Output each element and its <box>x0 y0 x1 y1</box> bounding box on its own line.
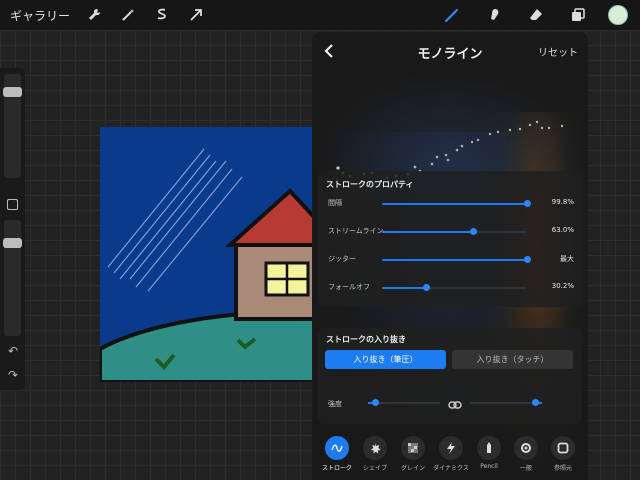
left-sidebar: ↶ ↷ <box>0 68 25 390</box>
opacity-slider[interactable] <box>3 220 22 336</box>
stroke-property-slider[interactable] <box>382 284 527 291</box>
opacity-thumb[interactable] <box>3 238 22 249</box>
grain-icon <box>401 436 425 460</box>
general-icon <box>514 436 538 460</box>
stroke-property-value: 99.8% <box>551 198 574 206</box>
pressure-taper-button[interactable]: 入り抜き（筆圧） <box>325 350 446 369</box>
undo-icon[interactable]: ↶ <box>5 344 21 358</box>
tab-label: シェイプ <box>362 465 387 472</box>
selection-icon[interactable] <box>150 3 174 27</box>
smudge-icon[interactable] <box>482 3 506 27</box>
stroke-path-icon <box>325 436 349 460</box>
redo-icon[interactable]: ↷ <box>5 368 21 382</box>
reset-button[interactable]: リセット <box>538 44 578 59</box>
pencil-icon <box>477 436 501 460</box>
stroke-properties-section: ストロークのプロパティ 間隔 99.8% ストリームライン 63.0% ジッター 最大フォ… <box>318 171 582 307</box>
strength-start-slider[interactable] <box>368 399 440 406</box>
eraser-icon[interactable] <box>524 3 548 27</box>
magic-wand-icon[interactable] <box>116 3 140 27</box>
source-icon <box>551 436 575 460</box>
transform-arrow-icon[interactable] <box>184 3 208 27</box>
stroke-property-label: フォールオフ <box>328 283 370 291</box>
tab-grain[interactable]: グレイン <box>394 436 432 472</box>
stroke-property-slider[interactable] <box>382 200 531 207</box>
brush-size-thumb[interactable] <box>3 87 22 98</box>
tab-label: グレイン <box>400 465 425 472</box>
tab-label: Pencil <box>480 463 498 470</box>
tab-label: 一般 <box>519 465 532 472</box>
tab-stroke-path[interactable]: ストローク <box>318 436 356 472</box>
stroke-property-label: 間隔 <box>328 199 342 207</box>
section-title-stroke-properties: ストロークのプロパティ <box>326 180 414 189</box>
brush-category-tabs: ストローク シェイプ グレイン ダイナミクス Pencil 一般 参照元 <box>312 432 588 480</box>
stroke-taper-section: ストロークの入り抜き 入り抜き（筆圧） 入り抜き（タッチ） 強度 <box>318 328 582 424</box>
stroke-property-row: ジッター 最大 <box>318 252 582 268</box>
layers-icon[interactable] <box>566 3 590 27</box>
strength-start-knob[interactable] <box>372 399 380 406</box>
stroke-property-value: 最大 <box>560 255 574 263</box>
artwork-canvas[interactable] <box>100 127 315 382</box>
tab-dynamics[interactable]: ダイナミクス <box>432 436 470 472</box>
panel-header: モノライン リセット <box>312 32 588 70</box>
strength-label: 強度 <box>328 400 342 408</box>
link-icon[interactable] <box>448 396 462 415</box>
stroke-property-value: 30.2% <box>551 282 574 290</box>
wrench-icon[interactable] <box>82 3 106 27</box>
stroke-property-value: 63.0% <box>551 226 574 234</box>
brush-size-slider[interactable] <box>3 74 22 178</box>
stroke-property-slider[interactable] <box>382 256 531 263</box>
stroke-property-label: ストリームライン <box>328 227 384 235</box>
top-toolbar: ギャラリー <box>0 0 640 30</box>
tab-general[interactable]: 一般 <box>507 436 545 472</box>
shape-icon <box>363 436 387 460</box>
tab-label: ストローク <box>321 465 352 472</box>
brush-settings-panel: モノライン リセット ストロークのプロパティ 間隔 99.8% ストリームライン 63… <box>312 32 588 480</box>
tab-label: ダイナミクス <box>433 465 469 472</box>
modify-button[interactable] <box>7 199 18 210</box>
slider-knob[interactable] <box>524 256 531 263</box>
gallery-button[interactable]: ギャラリー <box>10 7 72 24</box>
stroke-property-row: ストリームライン 63.0% <box>318 224 582 240</box>
tab-label: 参照元 <box>553 465 572 472</box>
stroke-property-label: ジッター <box>328 255 356 263</box>
stroke-property-row: 間隔 99.8% <box>318 196 582 212</box>
color-picker-button[interactable] <box>608 5 628 25</box>
touch-taper-button[interactable]: 入り抜き（タッチ） <box>452 350 573 369</box>
tab-shape[interactable]: シェイプ <box>356 436 394 472</box>
slider-knob[interactable] <box>470 228 478 235</box>
tab-source[interactable]: 参照元 <box>544 436 582 472</box>
brush-icon[interactable] <box>440 3 464 27</box>
stroke-property-row: フォールオフ 30.2% <box>318 280 582 296</box>
slider-knob[interactable] <box>523 200 531 207</box>
section-title-taper: ストロークの入り抜き <box>326 335 406 344</box>
dynamics-icon <box>439 436 463 460</box>
stroke-property-slider[interactable] <box>382 228 527 235</box>
tab-pencil[interactable]: Pencil <box>470 436 508 470</box>
strength-end-slider[interactable] <box>470 399 542 406</box>
slider-knob[interactable] <box>422 284 430 291</box>
strength-end-knob[interactable] <box>531 399 539 406</box>
